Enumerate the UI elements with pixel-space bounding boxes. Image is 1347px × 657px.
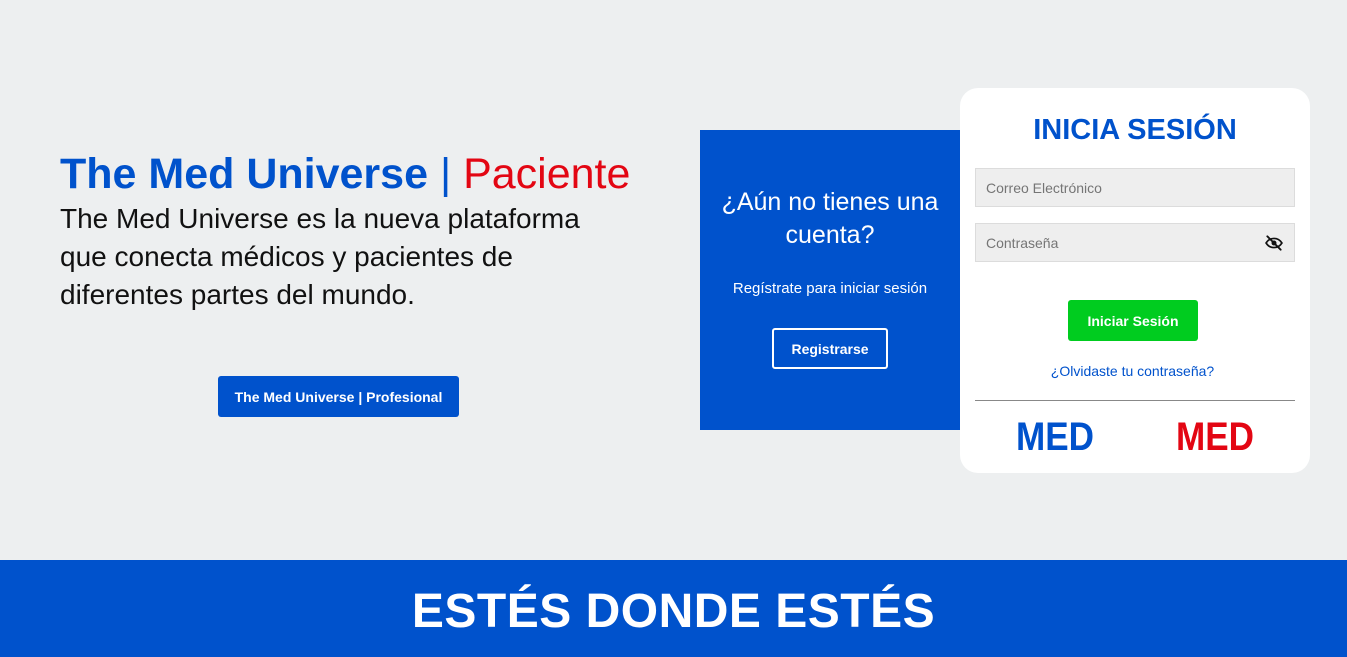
med-logo-red: MED <box>1175 415 1255 459</box>
svg-text:MED: MED <box>1176 415 1254 455</box>
password-field[interactable] <box>976 224 1294 261</box>
hero-separator: | <box>439 150 452 198</box>
register-subtitle: Regístrate para iniciar sesión <box>732 280 928 297</box>
divider <box>975 400 1295 401</box>
login-button[interactable]: Iniciar Sesión <box>1068 300 1198 341</box>
hero-section: The Med Universe | Paciente The Med Univ… <box>60 148 660 314</box>
banner-heading: ESTÉS DONDE ESTÉS <box>411 585 936 638</box>
register-button[interactable]: Registrarse <box>772 328 888 369</box>
login-card: INICIA SESIÓN Iniciar Sesión ¿Olvidaste … <box>960 88 1310 473</box>
svg-text:MED: MED <box>1016 415 1094 455</box>
hero-role: Paciente <box>463 150 631 198</box>
password-field-wrapper <box>975 223 1295 262</box>
hero-description: The Med Universe es la nueva plataforma … <box>60 203 580 310</box>
login-title: INICIA SESIÓN <box>1033 114 1237 146</box>
med-logo-blue: MED <box>1015 415 1095 459</box>
email-field-wrapper <box>975 168 1295 207</box>
eye-slash-icon[interactable] <box>1263 233 1285 253</box>
bottom-banner: ESTÉS DONDE ESTÉS <box>0 560 1347 657</box>
register-panel: ¿Aún no tienes una cuenta? Regístrate pa… <box>700 130 960 430</box>
hero-brand: The Med Universe <box>60 150 428 198</box>
professional-button[interactable]: The Med Universe | Profesional <box>218 376 459 417</box>
email-field[interactable] <box>976 169 1294 206</box>
forgot-password-link[interactable]: ¿Olvidaste tu contraseña? <box>960 363 1305 379</box>
hero-title: The Med Universe | Paciente <box>60 148 660 200</box>
register-question: ¿Aún no tienes una cuenta? <box>721 188 939 249</box>
